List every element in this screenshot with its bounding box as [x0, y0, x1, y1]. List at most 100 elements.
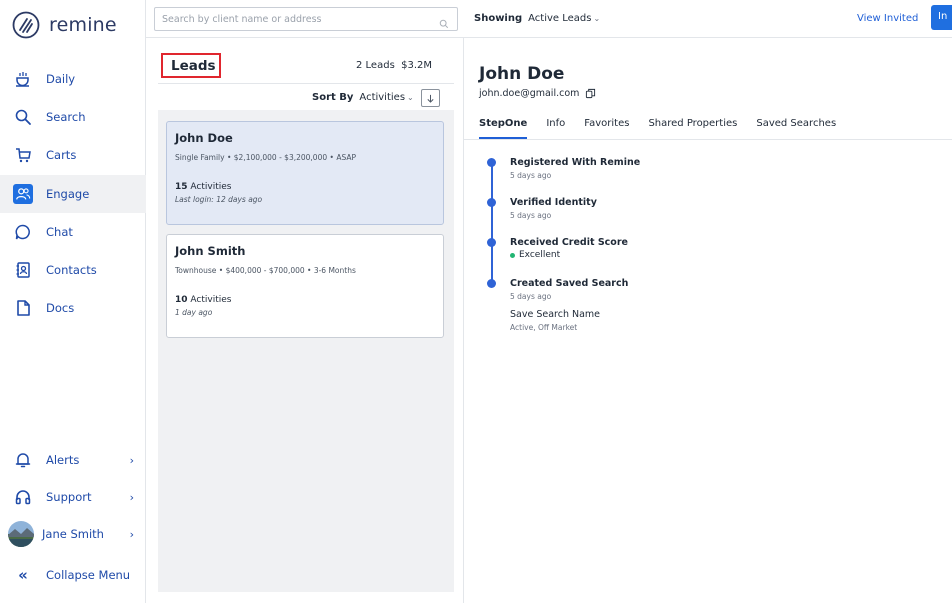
cart-icon: [13, 145, 33, 165]
lead-card[interactable]: John Doe Single Family • $2,100,000 - $3…: [166, 121, 444, 225]
lead-name: John Smith: [175, 244, 246, 258]
lead-activities: 15 Activities: [175, 182, 232, 192]
contact-book-icon: [13, 260, 33, 280]
nav-chat-label: Chat: [46, 225, 73, 239]
timeline-time: 5 days ago: [510, 211, 552, 220]
chevron-right-icon: ›: [129, 453, 134, 467]
lead-activities: 10 Activities: [175, 295, 232, 305]
collapse-menu-label: Collapse Menu: [46, 568, 131, 582]
tab-info[interactable]: Info: [546, 118, 565, 139]
timeline-title: Received Credit Score: [510, 237, 628, 248]
arrow-down-icon: [427, 94, 434, 103]
timeline-dot: [487, 279, 496, 288]
sort-direction-button[interactable]: [421, 89, 440, 107]
nav-support[interactable]: Support ›: [0, 478, 146, 516]
timeline-item: Received Credit Score Excellent: [510, 237, 628, 260]
detail-divider: [463, 38, 464, 603]
nav-alerts[interactable]: Alerts ›: [0, 441, 146, 479]
chevron-down-icon: ⌄: [593, 14, 601, 23]
chat-bubble-icon: [13, 222, 33, 242]
timeline-dot: [487, 238, 496, 247]
nav-support-label: Support: [46, 490, 92, 504]
nav-carts[interactable]: Carts: [0, 136, 146, 174]
nav-user-profile[interactable]: Jane Smith ›: [0, 515, 146, 553]
timeline-time: 5 days ago: [510, 292, 552, 301]
chevron-right-icon: ›: [129, 490, 134, 504]
timeline-item: Registered With Remine 5 days ago: [510, 157, 640, 180]
remine-logo-icon: [12, 11, 40, 39]
nav-docs[interactable]: Docs: [0, 289, 146, 327]
sort-label: Sort By: [312, 92, 354, 103]
tabs-divider: [464, 139, 952, 140]
lead-meta: Single Family • $2,100,000 - $3,200,000 …: [175, 153, 356, 162]
detail-email-text: john.doe@gmail.com: [479, 88, 580, 99]
credit-score: Excellent: [510, 250, 628, 260]
saved-search-name[interactable]: Save Search Name: [510, 309, 628, 320]
showing-label: Showing: [474, 13, 523, 24]
bell-icon: [13, 450, 33, 470]
showing-value: Active Leads: [528, 13, 592, 24]
sort-dropdown[interactable]: Activities ⌄: [359, 92, 413, 103]
timeline-dot: [487, 198, 496, 207]
lead-meta: Townhouse • $400,000 - $700,000 • 3-6 Mo…: [175, 266, 356, 275]
nav-engage[interactable]: Engage: [0, 175, 146, 213]
leads-count: 2 Leads $3.2M: [356, 60, 433, 71]
detail-email: john.doe@gmail.com: [479, 88, 596, 99]
detail-tabs: StepOne Info Favorites Shared Properties…: [479, 118, 855, 139]
view-invited-link[interactable]: View Invited: [857, 13, 918, 24]
topbar-divider: [146, 37, 952, 38]
timeline-title: Created Saved Search: [510, 278, 629, 289]
timeline-item: Verified Identity 5 days ago: [510, 197, 597, 220]
lead-name: John Doe: [175, 131, 233, 145]
leads-title: Leads: [171, 57, 216, 74]
showing-filter: Showing Active Leads ⌄: [474, 13, 600, 24]
sort-value: Activities: [359, 92, 406, 103]
leads-divider: [158, 83, 454, 84]
collapse-menu-button[interactable]: « Collapse Menu: [0, 556, 146, 594]
search-icon[interactable]: [439, 14, 449, 33]
user-name: Jane Smith: [42, 527, 104, 541]
sort-control: Sort By Activities ⌄: [312, 92, 414, 103]
leads-title-highlight: Leads: [161, 53, 221, 78]
tab-favorites[interactable]: Favorites: [584, 118, 629, 139]
coffee-cup-icon: [13, 69, 33, 89]
remine-logo[interactable]: remine: [12, 8, 117, 42]
people-icon: [13, 184, 33, 204]
tab-saved-searches[interactable]: Saved Searches: [756, 118, 836, 139]
saved-search-filters: Active, Off Market: [510, 323, 578, 332]
nav-chat[interactable]: Chat: [0, 213, 146, 251]
lead-last-login: Last login: 12 days ago: [175, 195, 263, 204]
nav-daily[interactable]: Daily: [0, 60, 146, 98]
avatar: [8, 521, 34, 547]
nav-engage-label: Engage: [46, 187, 90, 201]
client-search-input[interactable]: [162, 13, 432, 25]
nav-contacts[interactable]: Contacts: [0, 251, 146, 289]
chevron-down-icon: ⌄: [407, 93, 414, 102]
showing-dropdown[interactable]: Active Leads ⌄: [528, 13, 600, 24]
nav-search[interactable]: Search: [0, 98, 146, 136]
app-name: remine: [49, 14, 117, 36]
copy-icon[interactable]: [585, 88, 596, 99]
timeline-dot: [487, 158, 496, 167]
credit-score-value: Excellent: [519, 250, 561, 260]
nav-docs-label: Docs: [46, 301, 75, 315]
detail-lead-name: John Doe: [479, 64, 565, 84]
lead-last-activity: 1 day ago: [175, 308, 213, 317]
status-dot: [510, 252, 515, 258]
double-chevron-left-icon: «: [18, 566, 28, 584]
nav-alerts-label: Alerts: [46, 453, 80, 467]
nav-search-label: Search: [46, 110, 86, 124]
tab-stepone[interactable]: StepOne: [479, 118, 528, 139]
client-search-box[interactable]: [154, 7, 458, 31]
timeline-line: [491, 161, 493, 285]
nav-contacts-label: Contacts: [46, 263, 97, 277]
invite-button[interactable]: In: [931, 5, 952, 30]
tab-shared-properties[interactable]: Shared Properties: [648, 118, 737, 139]
timeline-item: Created Saved Search 5 days ago Save Sea…: [510, 278, 628, 332]
search-icon: [13, 107, 33, 127]
timeline-time: 5 days ago: [510, 171, 552, 180]
document-icon: [13, 298, 33, 318]
timeline-title: Verified Identity: [510, 197, 597, 208]
nav-daily-label: Daily: [46, 72, 76, 86]
lead-card[interactable]: John Smith Townhouse • $400,000 - $700,0…: [166, 234, 444, 338]
